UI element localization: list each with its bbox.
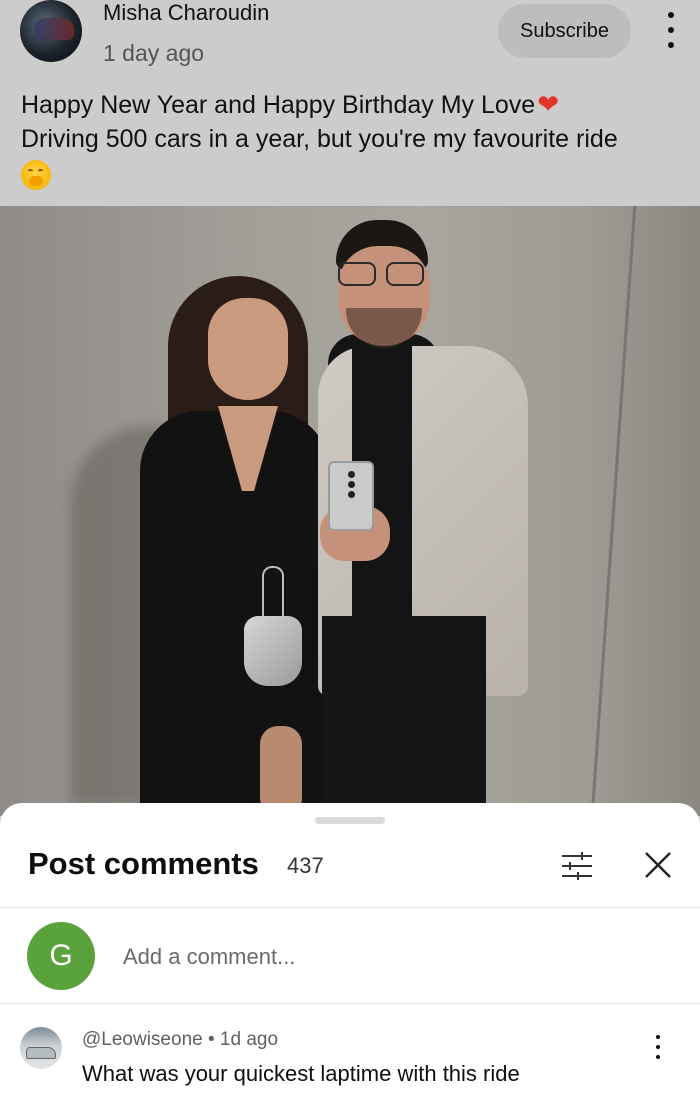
comment-meta: @Leowiseone • 1d ago <box>82 1029 278 1051</box>
heart-emoji-icon: ❤ <box>537 89 559 119</box>
post-text-line-1: Happy New Year and Happy Birthday My Lov… <box>21 91 536 119</box>
post-header: Misha Charoudin 1 day ago Subscribe Happ… <box>0 0 700 206</box>
sort-filter-icon[interactable] <box>560 851 594 881</box>
commenter-handle[interactable]: @Leowiseone <box>82 1029 203 1050</box>
post-text: Happy New Year and Happy Birthday My Lov… <box>21 87 681 156</box>
comments-sheet: Post comments 437 G @Leowiseone • 1d ago… <box>0 803 700 1094</box>
user-avatar[interactable]: G <box>27 922 95 990</box>
channel-name[interactable]: Misha Charoudin <box>103 0 269 26</box>
comment-more-options-icon[interactable] <box>650 1035 666 1059</box>
post-image[interactable] <box>0 206 700 816</box>
close-icon[interactable] <box>640 847 676 883</box>
subscribe-button[interactable]: Subscribe <box>498 4 631 58</box>
channel-avatar[interactable] <box>20 0 82 62</box>
post-timestamp: 1 day ago <box>103 40 205 66</box>
drag-handle[interactable] <box>315 817 385 824</box>
divider <box>0 907 700 908</box>
comments-title: Post comments <box>28 846 259 881</box>
meta-separator: • <box>202 1029 220 1050</box>
more-options-icon[interactable] <box>656 12 686 48</box>
add-comment-input[interactable] <box>123 941 663 973</box>
comment-text: What was your quickest laptime with this… <box>82 1061 520 1086</box>
face-with-hand-over-mouth-emoji-icon <box>21 160 51 190</box>
divider <box>0 1003 700 1004</box>
comments-count: 437 <box>287 853 324 878</box>
comment-time: 1d ago <box>219 1029 279 1050</box>
commenter-avatar[interactable] <box>20 1027 62 1069</box>
post-text-line-2: Driving 500 cars in a year, but you're m… <box>21 125 618 153</box>
